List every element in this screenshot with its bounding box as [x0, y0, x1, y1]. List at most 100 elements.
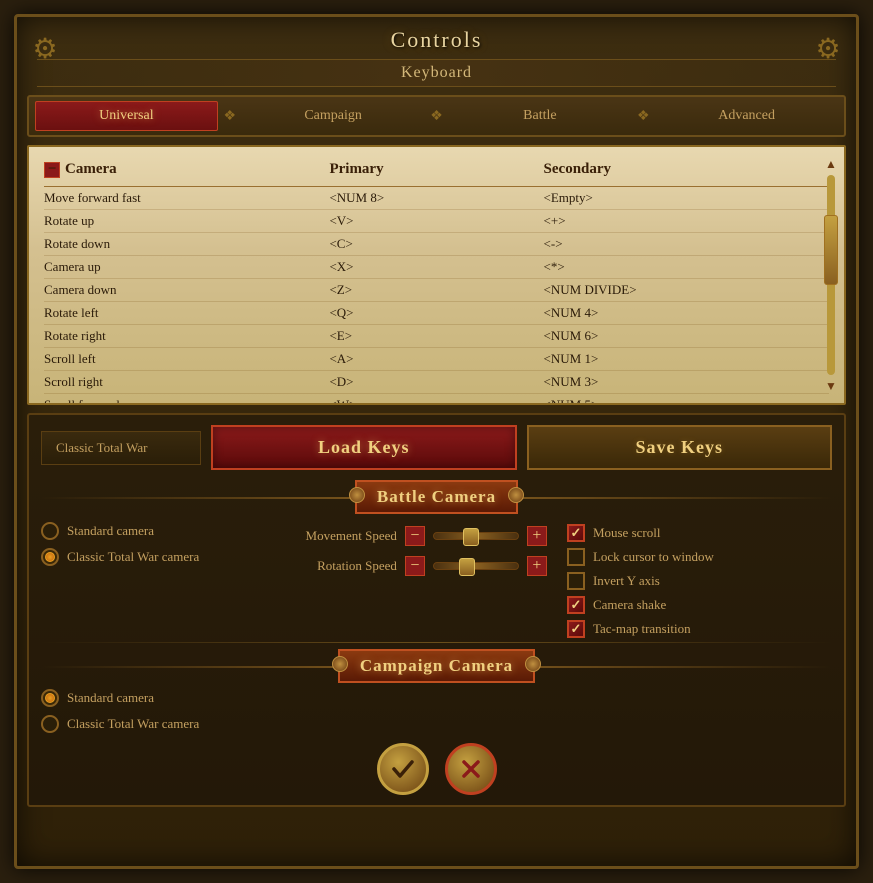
tab-battle-label: Battle — [523, 108, 556, 123]
rotation-speed-track[interactable] — [433, 562, 519, 570]
scroll-track[interactable] — [827, 175, 835, 375]
tab-universal-label: Universal — [99, 108, 153, 123]
invert-y-option[interactable]: Invert Y axis — [567, 572, 832, 590]
campaign-camera-title: Campaign Camera — [338, 649, 535, 683]
tab-campaign[interactable]: Campaign — [242, 101, 425, 131]
battle-classic-camera-option[interactable]: Classic Total War camera — [41, 548, 262, 566]
camera-shake-option[interactable]: ✓ Camera shake — [567, 596, 832, 614]
cancel-button[interactable] — [445, 743, 497, 795]
movement-speed-label: Movement Speed — [282, 528, 397, 544]
campaign-classic-camera-radio[interactable] — [41, 715, 59, 733]
mouse-scroll-label: Mouse scroll — [593, 525, 661, 541]
secondary-key[interactable]: <+> — [544, 213, 829, 229]
camera-shake-check-icon: ✓ — [570, 597, 581, 613]
battle-standard-camera-option[interactable]: Standard camera — [41, 522, 262, 540]
invert-y-label: Invert Y axis — [593, 573, 660, 589]
classic-total-war-label: Classic Total War — [41, 431, 201, 465]
primary-key[interactable]: <D> — [329, 374, 543, 390]
action-name: Camera down — [44, 282, 329, 298]
campaign-camera-deco-left — [332, 656, 348, 672]
primary-key[interactable]: <X> — [329, 259, 543, 275]
secondary-key[interactable]: <-> — [544, 236, 829, 252]
table-row: Scroll left <A> <NUM 1> — [44, 348, 829, 371]
secondary-key[interactable]: <Empty> — [544, 190, 829, 206]
table-row: Rotate left <Q> <NUM 4> — [44, 302, 829, 325]
battle-classic-camera-radio-dot — [45, 552, 55, 562]
secondary-key[interactable]: <NUM DIVIDE> — [544, 282, 829, 298]
table-row: Rotate right <E> <NUM 6> — [44, 325, 829, 348]
primary-key[interactable]: <Q> — [329, 305, 543, 321]
campaign-standard-camera-label: Standard camera — [67, 690, 154, 706]
rotation-speed-increase[interactable]: + — [527, 556, 547, 576]
primary-key[interactable]: <Z> — [329, 282, 543, 298]
rotation-speed-decrease[interactable]: − — [405, 556, 425, 576]
campaign-camera-header: Campaign Camera — [41, 649, 832, 683]
checkboxes-area: ✓ Mouse scroll Lock cursor to window Inv… — [567, 522, 832, 638]
ok-icon — [390, 756, 416, 782]
battle-classic-camera-radio[interactable] — [41, 548, 59, 566]
action-buttons — [41, 743, 832, 795]
camera-shake-label: Camera shake — [593, 597, 666, 613]
table-row: Move forward fast <NUM 8> <Empty> — [44, 187, 829, 210]
action-name: Scroll right — [44, 374, 329, 390]
scroll-up-arrow[interactable]: ▲ — [824, 157, 838, 171]
keybinds-table: − Camera Primary Secondary Move forward … — [29, 147, 844, 403]
primary-key[interactable]: <E> — [329, 328, 543, 344]
scroll-thumb[interactable] — [824, 215, 838, 285]
mouse-scroll-checkbox[interactable]: ✓ — [567, 524, 585, 542]
action-name: Camera up — [44, 259, 329, 275]
cancel-icon — [458, 756, 484, 782]
secondary-key[interactable]: <NUM 1> — [544, 351, 829, 367]
scroll-down-arrow[interactable]: ▼ — [824, 379, 838, 393]
primary-key[interactable]: <C> — [329, 236, 543, 252]
tab-sep-3: ❖ — [635, 106, 651, 126]
lock-cursor-checkbox[interactable] — [567, 548, 585, 566]
primary-key[interactable]: <A> — [329, 351, 543, 367]
load-keys-button[interactable]: Load Keys — [211, 425, 517, 470]
primary-key[interactable]: <V> — [329, 213, 543, 229]
campaign-camera-title-text: Campaign Camera — [360, 656, 513, 675]
collapse-camera-icon[interactable]: − — [44, 162, 60, 178]
load-save-row: Classic Total War Load Keys Save Keys — [41, 425, 832, 470]
campaign-standard-camera-radio[interactable] — [41, 689, 59, 707]
bottom-section: Classic Total War Load Keys Save Keys Ba… — [27, 413, 846, 807]
secondary-key[interactable]: <NUM 6> — [544, 328, 829, 344]
secondary-key[interactable]: <NUM 4> — [544, 305, 829, 321]
campaign-classic-camera-option[interactable]: Classic Total War camera — [41, 715, 832, 733]
movement-speed-increase[interactable]: + — [527, 526, 547, 546]
primary-key[interactable]: <NUM 8> — [329, 190, 543, 206]
battle-camera-title-text: Battle Camera — [377, 487, 496, 506]
lock-cursor-option[interactable]: Lock cursor to window — [567, 548, 832, 566]
movement-speed-decrease[interactable]: − — [405, 526, 425, 546]
tab-advanced[interactable]: Advanced — [655, 101, 838, 131]
secondary-key[interactable]: <NUM 5> — [544, 397, 829, 403]
tac-map-checkbox[interactable]: ✓ — [567, 620, 585, 638]
scrollbar[interactable]: ▲ ▼ — [822, 157, 840, 393]
mouse-scroll-option[interactable]: ✓ Mouse scroll — [567, 524, 832, 542]
camera-shake-checkbox[interactable]: ✓ — [567, 596, 585, 614]
movement-speed-row: Movement Speed − + — [282, 526, 547, 546]
invert-y-checkbox[interactable] — [567, 572, 585, 590]
primary-key[interactable]: <W> — [329, 397, 543, 403]
tab-battle[interactable]: Battle — [449, 101, 632, 131]
tab-universal[interactable]: Universal — [35, 101, 218, 131]
battle-standard-camera-radio[interactable] — [41, 522, 59, 540]
page-title: Controls — [17, 27, 856, 53]
secondary-key[interactable]: <*> — [544, 259, 829, 275]
battle-camera-header: Battle Camera — [41, 480, 832, 514]
col-camera-label: Camera — [65, 161, 117, 178]
tabs-container: Universal ❖ Campaign ❖ Battle ❖ Advanced — [27, 95, 846, 137]
save-keys-button[interactable]: Save Keys — [527, 425, 833, 470]
rotation-speed-thumb[interactable] — [459, 558, 475, 576]
movement-speed-thumb[interactable] — [463, 528, 479, 546]
campaign-standard-camera-option[interactable]: Standard camera — [41, 689, 832, 707]
tac-map-option[interactable]: ✓ Tac-map transition — [567, 620, 832, 638]
movement-speed-track[interactable] — [433, 532, 519, 540]
secondary-key[interactable]: <NUM 3> — [544, 374, 829, 390]
campaign-camera-options: Standard camera Classic Total War camera — [41, 689, 832, 733]
campaign-camera-deco-right — [525, 656, 541, 672]
table-row: Scroll forward <W> <NUM 5> — [44, 394, 829, 403]
subtitle-bar: Keyboard — [37, 59, 836, 87]
ok-button[interactable] — [377, 743, 429, 795]
action-name: Rotate right — [44, 328, 329, 344]
